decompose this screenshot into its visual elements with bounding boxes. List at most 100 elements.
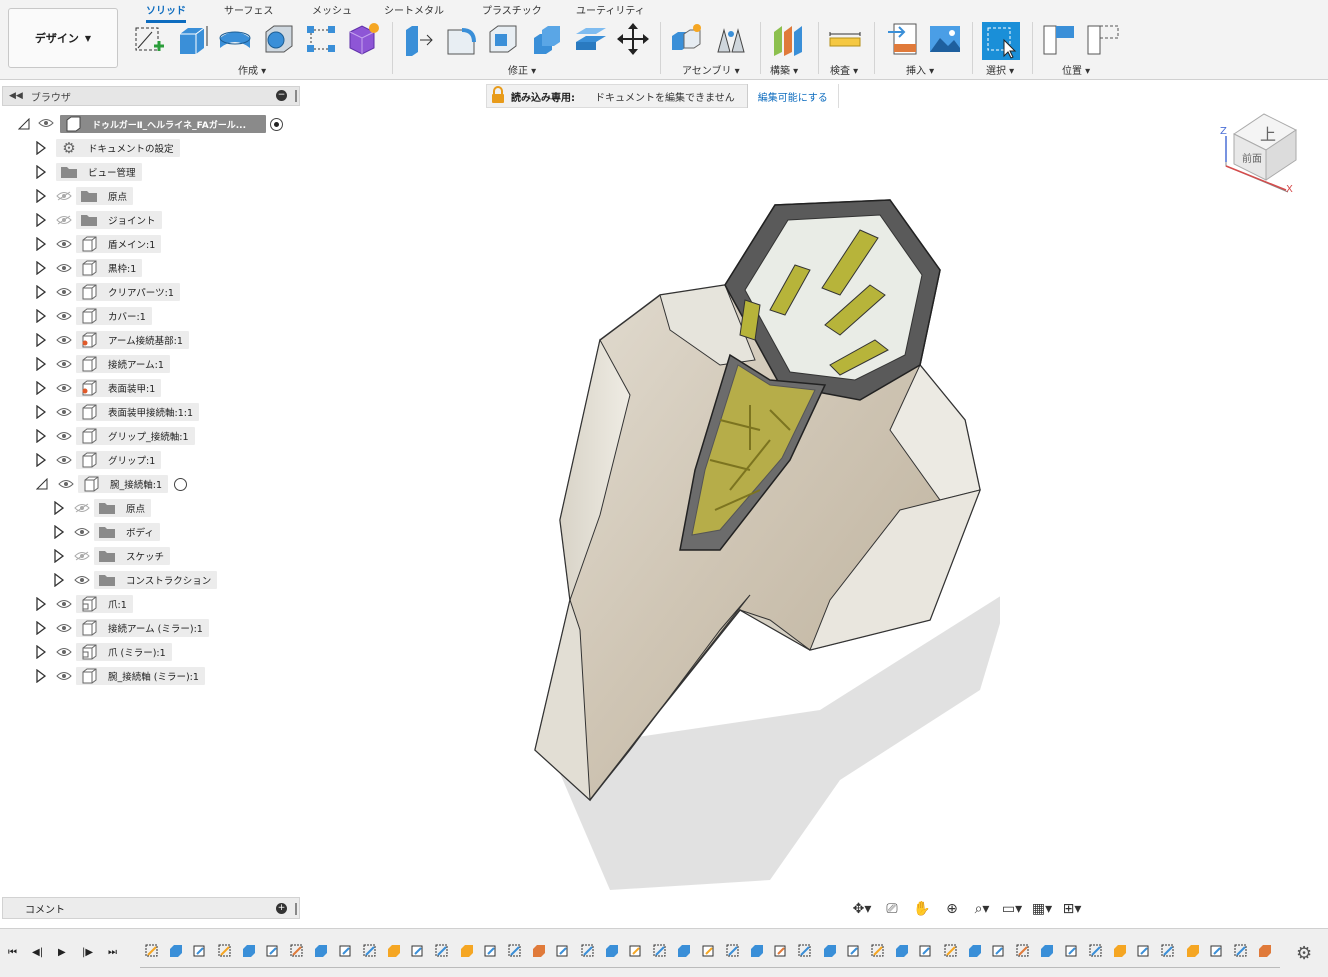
expand-triangle-icon[interactable] [36,141,46,155]
select-tool[interactable] [982,22,1020,60]
tree-item[interactable]: 腕_接続軸 (ミラー):1 [36,666,205,686]
timeline-feature-icon[interactable] [749,943,765,959]
grid-icon[interactable]: ▦▾ [1030,899,1054,919]
tab-2[interactable]: サーフェス [224,2,273,17]
tree-root[interactable]: ドゥルガーⅡ_ヘルライネ_FAガール... [18,114,283,134]
group-inspect[interactable]: 検査 ▾ [830,62,858,77]
expand-triangle-icon[interactable] [36,165,46,179]
display-settings-icon[interactable]: ▭▾ [1000,899,1024,919]
expand-triangle-icon[interactable] [36,405,46,419]
timeline-feature-icon[interactable] [386,943,402,959]
timeline-feature-icon[interactable] [580,943,596,959]
pattern-icon[interactable] [304,22,338,56]
hole-icon[interactable] [262,22,296,56]
expand-triangle-icon[interactable] [36,261,46,275]
eye-icon[interactable] [56,311,72,321]
group-insert[interactable]: 挿入 ▾ [906,62,934,77]
timeline-feature-icon[interactable] [1039,943,1055,959]
model-viewport[interactable] [520,190,1000,910]
eye-icon[interactable] [56,623,72,633]
create-sketch-icon[interactable] [132,22,166,56]
tree-item[interactable]: 黒枠:1 [36,258,143,278]
viewcube-top-face[interactable]: 上 [1260,125,1276,144]
expand-triangle-icon[interactable] [54,549,64,563]
eye-icon[interactable] [74,503,90,513]
expand-triangle-icon[interactable] [54,501,64,515]
panel-grip-icon[interactable] [295,90,297,102]
timeline-feature-icon[interactable] [483,943,499,959]
timeline-feature-icon[interactable] [410,943,426,959]
group-assemble[interactable]: アセンブリ ▾ [682,62,740,77]
expand-triangle-icon[interactable] [36,309,46,323]
tree-item[interactable]: 接続アーム:1 [36,354,170,374]
tab-6[interactable]: ユーティリティ [576,2,645,17]
eye-icon[interactable] [56,647,72,657]
timeline-feature-icon[interactable] [168,943,184,959]
tree-item[interactable]: 爪:1 [36,594,133,614]
tree-item[interactable]: 接続アーム (ミラー):1 [36,618,209,638]
panel-grip-icon[interactable] [295,903,297,915]
tree-item[interactable]: コンストラクション [54,570,218,590]
timeline-feature-icon[interactable] [1088,943,1104,959]
timeline-feature-icon[interactable] [822,943,838,959]
timeline-feature-icon[interactable] [507,943,523,959]
tree-item[interactable]: 盾メイン:1 [36,234,162,254]
tree-item[interactable]: グリップ:1 [36,450,162,470]
tree-item[interactable]: ビュー管理 [36,162,142,182]
expand-triangle-icon[interactable] [36,429,46,443]
tab-3[interactable]: メッシュ [312,2,352,17]
fit-icon[interactable]: ⌕▾ [970,899,994,919]
orbit-icon[interactable]: ✥▾ [850,899,874,919]
offset-face-icon[interactable] [574,22,608,56]
timeline-feature-icon[interactable] [192,943,208,959]
step-forward-icon[interactable]: |▶ [82,947,93,958]
timeline-feature-icon[interactable] [1112,943,1128,959]
tree-item[interactable]: クリアパーツ:1 [36,282,180,302]
timeline-feature-icon[interactable] [1185,943,1201,959]
tree-item[interactable]: 爪 (ミラー):1 [36,642,172,662]
timeline-feature-icon[interactable] [1015,943,1031,959]
eye-icon[interactable] [56,215,72,225]
group-select[interactable]: 選択 ▾ [986,62,1014,77]
eye-icon[interactable] [58,479,74,489]
expand-triangle-icon[interactable] [36,189,46,203]
joint-icon[interactable] [714,22,748,56]
tree-item[interactable]: アーム接続基部:1 [36,330,189,350]
make-editable-link[interactable]: 編集可能にする [746,84,838,108]
activate-radio-icon[interactable] [174,477,187,491]
eye-icon[interactable] [56,191,72,201]
expand-triangle-icon[interactable] [36,669,46,683]
timeline-feature-icon[interactable] [676,943,692,959]
timeline-feature-icon[interactable] [870,943,886,959]
timeline-feature-icon[interactable] [943,943,959,959]
eye-icon[interactable] [56,383,72,393]
timeline-feature-icon[interactable] [1064,943,1080,959]
collapse-triangle-icon[interactable] [18,118,30,130]
collapse-panel-icon[interactable]: ◀◀ [9,91,23,101]
timeline-feature-icon[interactable] [967,943,983,959]
expand-triangle-icon[interactable] [36,357,46,371]
timeline-feature-icon[interactable] [289,943,305,959]
insert-derive-icon[interactable] [886,22,920,56]
play-icon[interactable]: ▶ [58,947,66,958]
viewcube[interactable]: 上 前面 Z X [1216,100,1306,200]
timeline-feature-icon[interactable] [918,943,934,959]
viewports-icon[interactable]: ⊞▾ [1060,899,1084,919]
eye-icon[interactable] [56,431,72,441]
tree-item[interactable]: 原点 [36,186,134,206]
tree-item[interactable]: ジョイント [36,210,162,230]
timeline-feature-icon[interactable] [338,943,354,959]
root-component-label[interactable]: ドゥルガーⅡ_ヘルライネ_FAガール... [60,115,266,133]
tree-item[interactable]: ⚙ ドキュメントの設定 [36,138,180,158]
timeline-feature-icon[interactable] [628,943,644,959]
minus-icon[interactable]: − [276,90,287,101]
timeline-feature-icon[interactable] [217,943,233,959]
timeline-feature-icon[interactable] [846,943,862,959]
timeline-feature-icon[interactable] [531,943,547,959]
timeline-feature-icon[interactable] [313,943,329,959]
expand-triangle-icon[interactable] [36,285,46,299]
expand-triangle-icon[interactable] [54,573,64,587]
insert-image-icon[interactable] [928,22,962,56]
measure-icon[interactable] [828,22,862,56]
tree-item[interactable]: 表面装甲:1 [36,378,162,398]
